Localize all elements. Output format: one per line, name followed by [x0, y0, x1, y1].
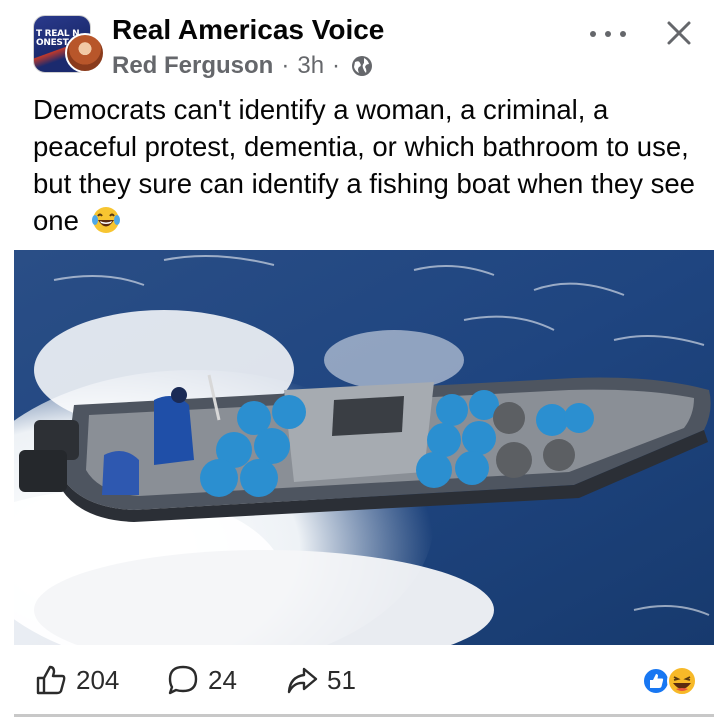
post-meta: Red Ferguson · 3h ·: [112, 52, 374, 80]
like-count: 204: [76, 664, 120, 695]
reactions-summary[interactable]: [642, 665, 700, 697]
more-dot-icon: [620, 31, 626, 37]
post-text-body: Democrats can't identify a woman, a crim…: [33, 94, 695, 236]
user-avatar[interactable]: [65, 33, 105, 73]
comment-count: 24: [208, 664, 237, 695]
author-name[interactable]: Red Ferguson: [112, 52, 273, 80]
post-divider: [14, 714, 714, 717]
post-actions: 204 24 51: [0, 655, 724, 705]
comment-button[interactable]: 24: [166, 663, 237, 697]
haha-reaction-icon: [667, 666, 697, 696]
thumbs-up-icon: [36, 665, 66, 695]
more-options-button[interactable]: [590, 22, 626, 46]
post-text: Democrats can't identify a woman, a crim…: [33, 91, 703, 239]
comment-bubble-icon: [168, 665, 198, 695]
like-reaction-icon: [642, 667, 670, 695]
post-header: T REAL N ONEST Real Americas Voice Red F…: [0, 0, 724, 90]
share-count: 51: [327, 664, 356, 695]
close-icon[interactable]: [664, 18, 694, 48]
post-photo[interactable]: [14, 250, 714, 645]
more-dot-icon: [605, 31, 611, 37]
page-name[interactable]: Real Americas Voice: [112, 14, 384, 46]
avatar-group[interactable]: T REAL N ONEST: [33, 15, 105, 77]
meta-separator: ·: [281, 52, 290, 79]
post-time[interactable]: 3h: [297, 52, 324, 80]
like-button[interactable]: 204: [34, 663, 119, 697]
share-arrow-icon: [287, 667, 318, 694]
meta-separator-2: ·: [332, 52, 341, 79]
globe-icon: [352, 56, 373, 76]
laughing-with-tears-emoji: [91, 207, 120, 233]
more-dot-icon: [590, 31, 596, 37]
share-button[interactable]: 51: [285, 663, 356, 697]
